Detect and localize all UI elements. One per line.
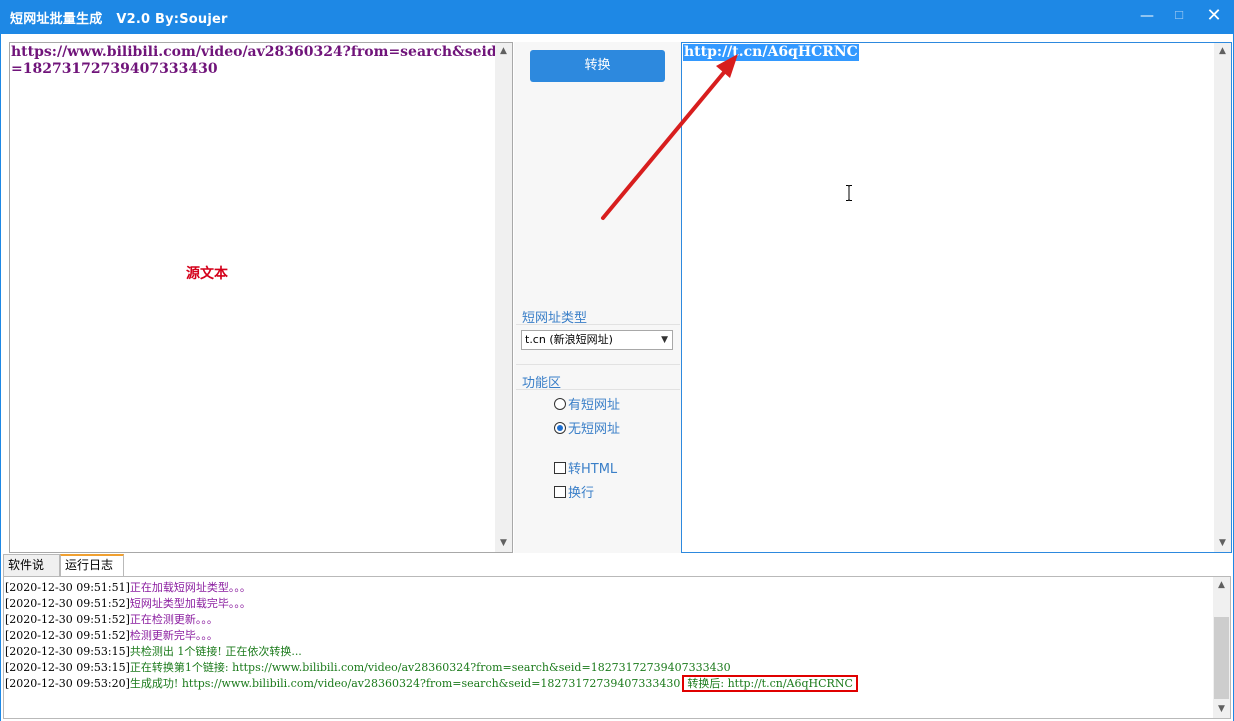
- title-bar: 短网址批量生成 V2.0 By:Soujer — ☐ ✕: [0, 0, 1234, 34]
- output-scrollbar[interactable]: ▲ ▼: [1214, 43, 1231, 552]
- log-message: 正在转换第1个链接: https://www.bilibili.com/vide…: [129, 661, 731, 674]
- log-line: [2020-12-30 09:51:52]正在检测更新。。。: [5, 612, 858, 628]
- func-group-top-divider: [516, 364, 680, 365]
- source-textarea[interactable]: https://www.bilibili.com/video/av2836032…: [9, 42, 513, 553]
- type-select[interactable]: t.cn (新浪短网址) ▼: [521, 330, 673, 350]
- output-textarea[interactable]: http://t.cn/A6qHCRNC ▲ ▼: [681, 42, 1232, 553]
- radio-none-label: 无短网址: [568, 422, 621, 437]
- chevron-down-icon: ▼: [661, 335, 668, 345]
- log-line: [2020-12-30 09:53:20]生成成功! https://www.b…: [5, 675, 858, 692]
- window-title: 短网址批量生成 V2.0 By:Soujer: [10, 8, 228, 27]
- text-cursor-icon: [846, 185, 852, 201]
- log-timestamp: [2020-12-30 09:53:15]: [5, 661, 130, 674]
- run-log-panel: [2020-12-30 09:51:51]正在加载短网址类型。。。 [2020-…: [3, 576, 1231, 719]
- checkbox-icon: [554, 486, 566, 498]
- log-line: [2020-12-30 09:53:15]正在转换第1个链接: https://…: [5, 660, 858, 676]
- tab-run-log[interactable]: 运行日志: [60, 554, 124, 576]
- app-name: 短网址批量生成: [10, 12, 103, 27]
- check-html-label: 转HTML: [568, 462, 618, 477]
- log-line: [2020-12-30 09:51:52]检测更新完毕。。。: [5, 628, 858, 644]
- scroll-down-icon[interactable]: ▼: [1213, 701, 1230, 718]
- maximize-button[interactable]: ☐: [1168, 6, 1190, 26]
- log-message: 正在加载短网址类型。。。: [129, 581, 251, 594]
- log-message: 共检测出 1个链接! 正在依次转换...: [129, 645, 302, 658]
- log-line: [2020-12-30 09:51:52]短网址类型加载完毕。。。: [5, 596, 858, 612]
- minimize-button[interactable]: —: [1136, 6, 1158, 26]
- log-scrollbar[interactable]: ▲ ▼: [1213, 577, 1230, 718]
- source-watermark-label: 源文本: [186, 266, 228, 282]
- log-timestamp: [2020-12-30 09:51:52]: [5, 613, 130, 626]
- radio-has-label: 有短网址: [568, 398, 621, 413]
- checkbox-to-html[interactable]: 转HTML: [554, 461, 617, 479]
- scroll-down-icon[interactable]: ▼: [1214, 535, 1231, 552]
- scroll-up-icon[interactable]: ▲: [1214, 43, 1231, 60]
- log-message: 检测更新完毕。。。: [129, 629, 218, 642]
- radio-on-icon: [554, 422, 566, 434]
- log-message: 正在检测更新。。。: [129, 613, 218, 626]
- func-group-divider: [516, 389, 680, 390]
- scroll-thumb[interactable]: [1214, 617, 1229, 699]
- log-timestamp: [2020-12-30 09:51:52]: [5, 629, 130, 642]
- log-timestamp: [2020-12-30 09:51:52]: [5, 597, 130, 610]
- scroll-down-icon[interactable]: ▼: [495, 535, 512, 552]
- source-text: https://www.bilibili.com/video/av2836032…: [11, 44, 497, 77]
- checkbox-icon: [554, 462, 566, 474]
- source-scrollbar[interactable]: ▲ ▼: [495, 43, 512, 552]
- radio-no-short-url[interactable]: 无短网址: [554, 421, 620, 439]
- log-line: [2020-12-30 09:51:51]正在加载短网址类型。。。: [5, 580, 858, 596]
- log-timestamp: [2020-12-30 09:53:20]: [5, 677, 130, 690]
- log-message: 短网址类型加载完毕。。。: [129, 597, 251, 610]
- app-version: V2.0 By:Soujer: [116, 12, 228, 27]
- log-result-highlight: 转换后: http://t.cn/A6qHCRNC: [682, 675, 858, 692]
- log-timestamp: [2020-12-30 09:53:15]: [5, 645, 130, 658]
- type-select-value: t.cn (新浪短网址): [525, 333, 613, 346]
- scroll-up-icon[interactable]: ▲: [495, 43, 512, 60]
- log-lines: [2020-12-30 09:51:51]正在加载短网址类型。。。 [2020-…: [5, 580, 858, 692]
- log-message: 生成成功! https://www.bilibili.com/video/av2…: [129, 677, 681, 690]
- annotation-arrow-icon: [601, 54, 738, 220]
- log-line: [2020-12-30 09:53:15]共检测出 1个链接! 正在依次转换..…: [5, 644, 858, 660]
- close-button[interactable]: ✕: [1203, 6, 1225, 26]
- log-timestamp: [2020-12-30 09:51:51]: [5, 581, 130, 594]
- check-wrap-label: 换行: [568, 486, 595, 501]
- radio-has-short-url[interactable]: 有短网址: [554, 397, 620, 415]
- scroll-up-icon[interactable]: ▲: [1213, 577, 1230, 594]
- tab-software-info[interactable]: 软件说明: [3, 554, 60, 592]
- checkbox-line-wrap[interactable]: 换行: [554, 485, 594, 503]
- radio-off-icon: [554, 398, 566, 410]
- type-group-divider: [516, 324, 680, 325]
